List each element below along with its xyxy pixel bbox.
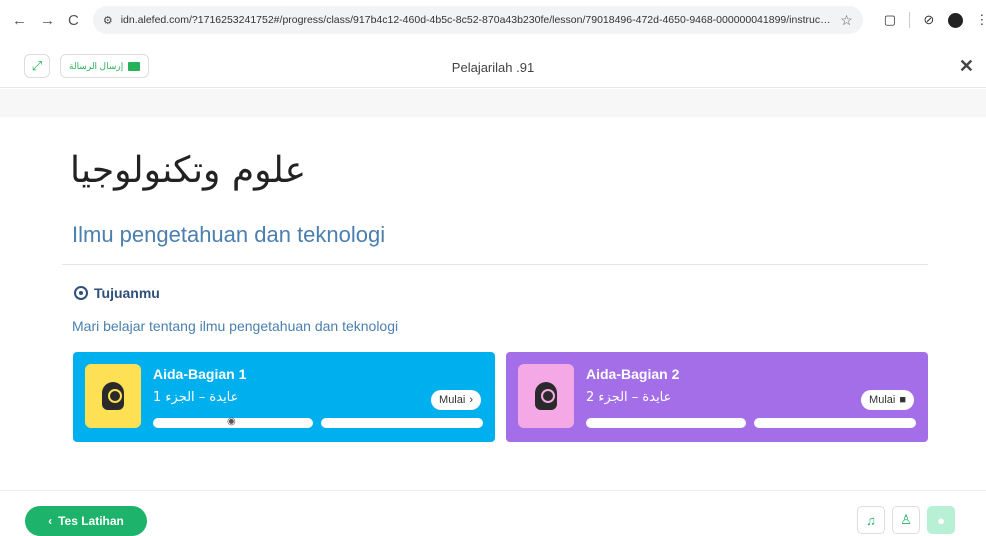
back-arrow-icon[interactable]: ←: [12, 12, 27, 29]
goal-label: Tujuanmu: [94, 285, 160, 301]
extensions-area: ▢ ⊘ ⋮: [883, 12, 986, 28]
lock-icon: ■: [899, 394, 906, 406]
lesson-arabic-title: علوم وتكنولوجيا: [70, 150, 307, 191]
lesson-subtitle: Ilmu pengetahuan dan teknologi: [72, 222, 386, 247]
progress-bar: [754, 418, 916, 428]
bell-icon: ♫: [866, 512, 876, 528]
target-icon: [74, 286, 88, 300]
start-label: Mulai: [439, 394, 466, 406]
lightbulb-icon: [535, 382, 557, 410]
eye-icon: ◉: [227, 416, 236, 427]
person-icon: ♙: [900, 512, 912, 527]
practice-test-back-button[interactable]: ‹ Tes Latihan: [25, 506, 147, 536]
reload-icon[interactable]: C: [68, 12, 79, 29]
notification-bell-button[interactable]: ♫: [857, 506, 885, 534]
browser-toolbar: ← → C ⚙ idn.alefed.com/?1716253241752#/p…: [0, 0, 986, 40]
progress-bar: [586, 418, 746, 428]
footer-bar: [0, 490, 986, 536]
goal-heading: Tujuanmu: [74, 285, 160, 301]
start-button[interactable]: Mulai ›: [431, 390, 481, 410]
close-button[interactable]: ✕: [959, 56, 974, 77]
forward-arrow-icon[interactable]: →: [40, 12, 55, 29]
profile-avatar[interactable]: [947, 12, 963, 28]
bookmark-star-icon[interactable]: ☆: [840, 12, 853, 29]
card-subtitle: عايدة – الجزء 2: [586, 390, 672, 405]
section-divider: [62, 264, 928, 265]
chevron-left-icon: ‹: [48, 514, 53, 528]
back-label: Tes Latihan: [58, 514, 124, 528]
start-button-locked[interactable]: Mulai ■: [861, 390, 914, 410]
progress-bar: [321, 418, 483, 428]
card-thumbnail: [85, 364, 141, 428]
lesson-card-part-2[interactable]: Aida-Bagian 2 عايدة – الجزء 2 Mulai ■: [506, 352, 928, 442]
lightbulb-icon: [102, 382, 124, 410]
card-thumbnail: [518, 364, 574, 428]
page-title: Pelajarilah .91: [451, 60, 535, 75]
puzzle-icon[interactable]: ⊘: [922, 12, 936, 27]
start-label: Mulai: [869, 394, 896, 406]
card-title: Aida-Bagian 1: [153, 366, 247, 382]
app-header: ⤢ إرسال الرسالة Pelajarilah .91 ✕: [0, 44, 986, 88]
header-shadow-band: [0, 89, 986, 117]
hint-button[interactable]: ●: [927, 506, 955, 534]
lesson-card-part-1[interactable]: Aida-Bagian 1 عايدة – الجزء 1 Mulai › ◉: [73, 352, 495, 442]
site-settings-icon[interactable]: ⚙: [103, 14, 113, 27]
lightbulb-hint-icon: ●: [937, 512, 945, 528]
menu-kebab-icon[interactable]: ⋮: [975, 12, 986, 27]
person-button[interactable]: ♙: [892, 506, 920, 534]
extension-icon[interactable]: ▢: [883, 12, 897, 27]
address-bar[interactable]: ⚙ idn.alefed.com/?1716253241752#/progres…: [92, 6, 863, 34]
toolbar-divider: [908, 12, 910, 28]
url-text[interactable]: idn.alefed.com/?1716253241752#/progress/…: [121, 14, 833, 26]
chevron-right-icon: ›: [469, 394, 473, 406]
card-title: Aida-Bagian 2: [586, 366, 680, 382]
card-subtitle: عايدة – الجزء 1: [153, 390, 239, 405]
goal-description: Mari belajar tentang ilmu pengetahuan da…: [72, 318, 399, 334]
